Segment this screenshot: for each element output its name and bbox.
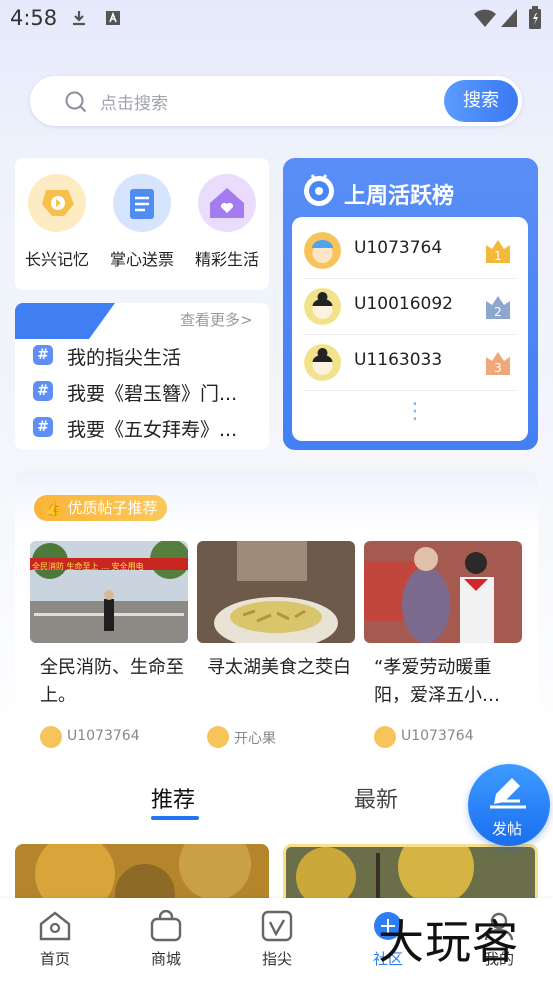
- leaderboard-more-dots[interactable]: ⋮: [404, 399, 426, 424]
- svg-text:3: 3: [494, 361, 502, 375]
- quality-posts-label: 优质帖子推荐: [67, 499, 158, 517]
- hashtag-icon: #: [33, 417, 53, 437]
- memory-play-icon: [42, 190, 74, 216]
- avatar: [304, 288, 341, 325]
- tab-latest[interactable]: 最新: [354, 782, 398, 814]
- home-heart-icon: [210, 188, 244, 218]
- rank-1-icon: 1: [486, 240, 510, 263]
- status-time: 4:58: [10, 6, 58, 30]
- ticket-icon: [130, 189, 154, 219]
- avatar: [304, 232, 341, 269]
- post-image-elderly: [364, 541, 522, 643]
- tab-recommend[interactable]: 推荐: [151, 782, 195, 814]
- post-image[interactable]: [30, 541, 188, 643]
- post-image[interactable]: [197, 541, 355, 643]
- quality-posts-badge: 👍 优质帖子推荐: [34, 495, 168, 521]
- leaderboard-user: U10016092: [354, 294, 453, 314]
- topic-item[interactable]: # 我要《五女拜寿》...: [33, 417, 263, 443]
- battery-icon: [529, 6, 541, 29]
- signal-icon: [501, 9, 517, 27]
- nav-label: 指尖: [261, 950, 292, 968]
- svg-text:2: 2: [494, 305, 502, 319]
- avatar: [40, 726, 62, 748]
- avatar: [374, 726, 396, 748]
- avatar: [304, 344, 341, 381]
- topics-tab-decoration: [15, 303, 115, 339]
- feed-card-image[interactable]: [15, 844, 269, 904]
- watermark-logo: 大玩客: [378, 915, 519, 969]
- post-image-banner: 全民消防 生命至上 … 安全用电: [32, 562, 144, 571]
- hashtag-icon: #: [33, 381, 53, 401]
- post-title[interactable]: 寻太湖美食之茭白: [207, 654, 355, 682]
- topic-text: 我要《五女拜寿》...: [67, 419, 238, 441]
- search-button[interactable]: 搜索: [444, 80, 518, 122]
- hashtag-icon: #: [33, 345, 53, 365]
- svg-text:1: 1: [494, 249, 502, 263]
- download-icon: [73, 11, 85, 26]
- search-icon: [65, 91, 87, 113]
- quick-link-life[interactable]: [198, 174, 256, 232]
- quick-link-ticket[interactable]: [113, 174, 171, 232]
- leaderboard-badge-icon: [304, 174, 334, 206]
- shop-bag-icon: [150, 910, 182, 942]
- leaderboard-user: U1163033: [354, 350, 443, 370]
- leaderboard-row[interactable]: U10016092 2: [304, 279, 516, 335]
- nav-shop[interactable]: 商城: [131, 910, 201, 978]
- search-input[interactable]: 点击搜索: [100, 89, 168, 114]
- avatar: [207, 726, 229, 748]
- quick-link-label: 长兴记忆: [24, 250, 89, 269]
- rank-3-icon: 3: [486, 352, 510, 375]
- post-image-food: [197, 541, 355, 643]
- post-title[interactable]: 全民消防、生命至上。: [40, 654, 188, 710]
- nav-label: 首页: [39, 950, 70, 968]
- topics-more-link[interactable]: 查看更多>: [180, 309, 253, 330]
- quick-link-label: 掌心送票: [109, 250, 174, 269]
- leaderboard-row[interactable]: U1163033 3: [304, 335, 516, 391]
- write-pen-icon: [490, 778, 526, 809]
- topic-item[interactable]: # 我的指尖生活: [33, 345, 263, 371]
- post-author-name: 开心果: [234, 731, 276, 747]
- home-icon: [39, 911, 71, 941]
- thumbs-up-icon: 👍: [44, 499, 63, 517]
- nav-fingertip[interactable]: 指尖: [242, 910, 312, 978]
- feed-image-autumn: [15, 844, 269, 904]
- post-image-fire-safety: [30, 541, 188, 643]
- feed-card-image[interactable]: [283, 844, 538, 904]
- post-image[interactable]: [364, 541, 522, 643]
- topic-text: 我的指尖生活: [67, 347, 182, 369]
- wifi-icon: [474, 9, 496, 27]
- leaderboard-user: U1073764: [354, 238, 443, 258]
- feed-image-ginkgo: [286, 847, 535, 904]
- post-author-name: U1073764: [67, 728, 140, 744]
- nav-label: 商城: [150, 950, 181, 968]
- quick-link-label: 精彩生活: [194, 250, 259, 269]
- topic-text: 我要《碧玉簪》门...: [67, 383, 238, 405]
- post-title[interactable]: “孝爱劳动暖重阳，爱泽五小…: [374, 654, 522, 710]
- post-author-name: U1073764: [401, 728, 474, 744]
- leaderboard-row[interactable]: U1073764 1: [304, 223, 516, 279]
- quick-link-memory[interactable]: [28, 174, 86, 232]
- leaderboard-title: 上周活跃榜: [344, 184, 455, 209]
- font-icon: [106, 11, 120, 25]
- topic-item[interactable]: # 我要《碧玉簪》门...: [33, 381, 263, 407]
- tab-active-indicator: [151, 816, 199, 820]
- nav-home[interactable]: 首页: [20, 910, 90, 978]
- create-post-label: 发帖: [492, 820, 523, 838]
- rank-2-icon: 2: [486, 296, 510, 319]
- fingertip-icon: [261, 910, 293, 942]
